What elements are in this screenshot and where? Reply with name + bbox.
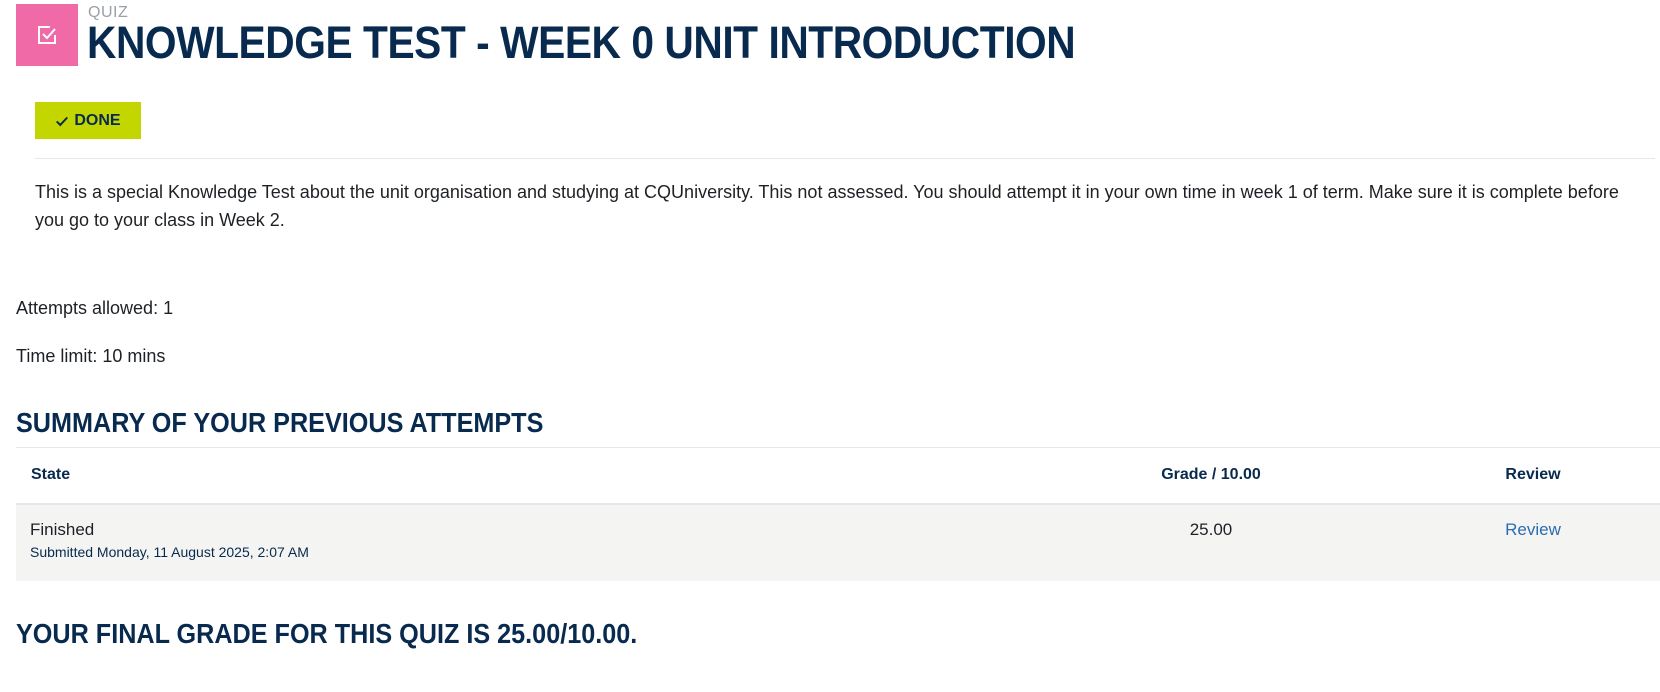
attempts-summary-table: State Grade / 10.00 Review Finished Subm…	[16, 447, 1660, 581]
attempt-submitted-date: Submitted Monday, 11 August 2025, 2:07 A…	[30, 543, 309, 560]
attempt-state-cell: Finished Submitted Monday, 11 August 202…	[16, 504, 1016, 581]
table-header-row: State Grade / 10.00 Review	[16, 447, 1660, 504]
attempt-state: Finished	[30, 519, 95, 539]
column-header-review: Review	[1505, 466, 1561, 484]
review-attempt-link[interactable]: Review	[1505, 520, 1561, 539]
completion-status-badge: DONE	[35, 102, 141, 139]
attempts-summary-heading: SUMMARY OF YOUR PREVIOUS ATTEMPTS	[16, 407, 544, 438]
table-row: Finished Submitted Monday, 11 August 202…	[16, 503, 1660, 581]
page-title: KNOWLEDGE TEST - WEEK 0 UNIT INTRODUCTIO…	[87, 17, 1076, 68]
quiz-description: This is a special Knowledge Test about t…	[35, 182, 1619, 230]
quiz-checkbox-icon	[16, 4, 78, 66]
attempts-allowed: Attempts allowed: 1	[16, 298, 174, 318]
activity-header: QUIZ KNOWLEDGE TEST - WEEK 0 UNIT INTROD…	[16, 4, 1116, 68]
final-grade-heading: YOUR FINAL GRADE FOR THIS QUIZ IS 25.00/…	[16, 618, 638, 649]
divider	[35, 158, 1655, 159]
completion-status-label: DONE	[74, 111, 121, 129]
check-icon	[56, 116, 69, 126]
attempt-review-cell: Review	[1406, 504, 1660, 581]
time-limit: Time limit: 10 mins	[16, 346, 166, 366]
column-header-state: State	[31, 466, 71, 484]
attempt-grade: 25.00	[1189, 519, 1233, 539]
column-header-grade: Grade / 10.00	[1161, 466, 1261, 484]
